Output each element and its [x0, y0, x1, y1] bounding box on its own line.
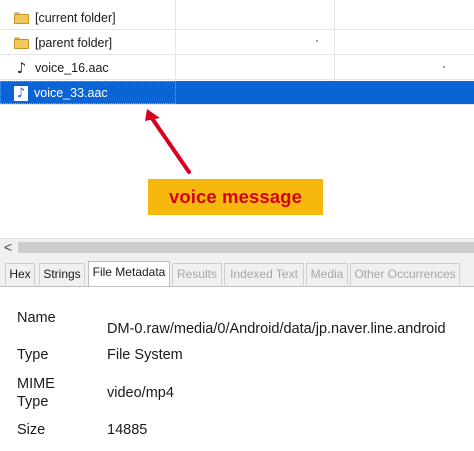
tab-other-occurrences[interactable]: Other Occurrences [350, 263, 460, 285]
file-metadata-panel: Name DM-0.raw/media/0/Android/data/jp.na… [0, 286, 474, 451]
file-name: voice_33.aac [34, 86, 108, 100]
metadata-key: Type [17, 347, 49, 363]
metadata-key: Size [17, 422, 46, 438]
scrollbar-thumb[interactable] [18, 242, 474, 253]
file-row-voice-16[interactable]: ♪ voice_16.aac [0, 56, 474, 80]
metadata-value: DM-0.raw/media/0/Android/data/jp.naver.l… [107, 321, 446, 337]
cell-marker [443, 66, 445, 68]
cell-marker [316, 40, 318, 42]
metadata-key: Name [17, 310, 56, 326]
metadata-value: File System [107, 347, 183, 363]
annotation-label: voice message [169, 186, 302, 207]
tab-strings[interactable]: Strings [39, 263, 85, 285]
tab-results[interactable]: Results [172, 263, 222, 285]
folder-icon [14, 12, 29, 24]
file-row-voice-33[interactable]: ♪ voice_33.aac [0, 81, 474, 105]
scroll-left-button[interactable]: < [4, 239, 12, 256]
tab-indexed-text[interactable]: Indexed Text [224, 263, 304, 285]
tab-media[interactable]: Media [306, 263, 348, 285]
metadata-key: Type [17, 394, 49, 410]
folder-icon [14, 37, 29, 49]
tab-file-metadata[interactable]: File Metadata [88, 261, 170, 286]
metadata-value: 14885 [107, 422, 148, 438]
music-note-icon: ♪ [16, 59, 27, 77]
metadata-key: MIME [17, 376, 55, 392]
tab-bar: Hex Strings File Metadata Results Indexe… [0, 256, 474, 286]
metadata-value: video/mp4 [107, 385, 174, 401]
file-name: [current folder] [35, 11, 116, 25]
file-name: voice_16.aac [35, 61, 109, 75]
file-name: [parent folder] [35, 36, 113, 50]
file-list: [current folder] [parent folder] ♪ voice… [0, 0, 474, 238]
tab-hex[interactable]: Hex [5, 263, 35, 285]
horizontal-scrollbar[interactable]: < [0, 238, 474, 256]
file-row-parent-folder[interactable]: [parent folder] [0, 31, 474, 55]
file-row-current-folder[interactable]: [current folder] [0, 6, 474, 30]
music-note-icon: ♪ [14, 85, 28, 101]
annotation-callout: voice message [148, 179, 323, 215]
